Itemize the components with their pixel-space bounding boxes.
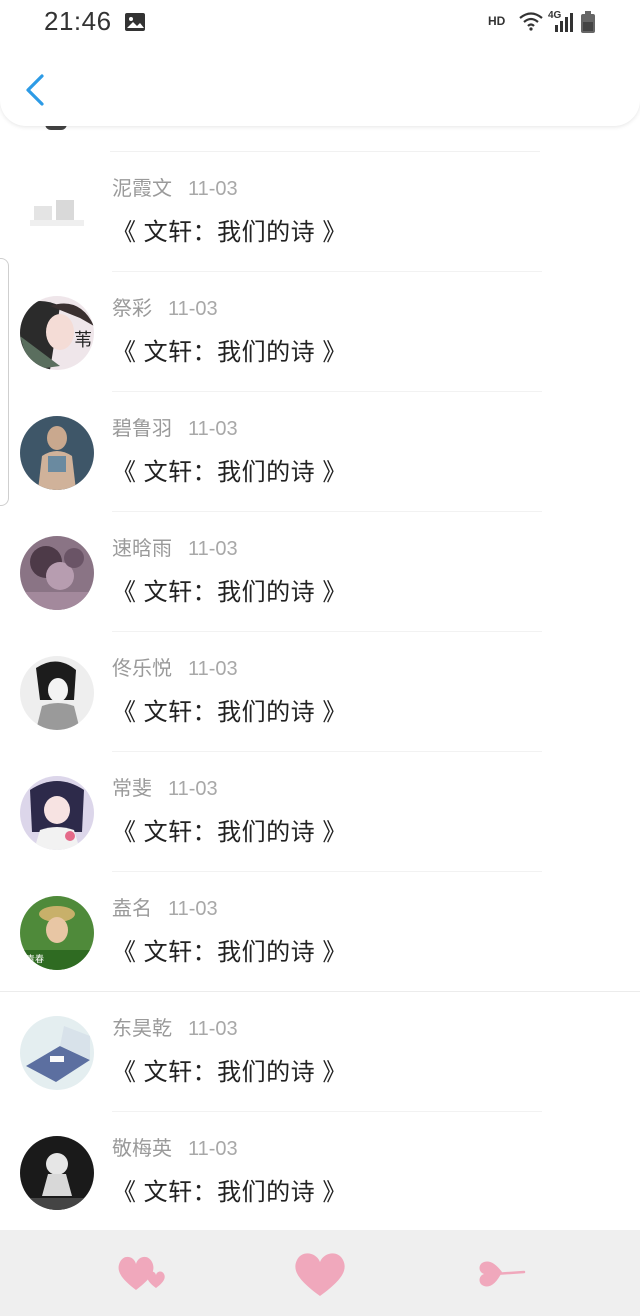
author-line: 盍名 11-03 [112,892,218,921]
avatar [20,536,94,610]
edge-drawer-handle[interactable] [0,258,9,506]
post-date: 11-03 [188,418,238,440]
status-time: 21:46 [44,6,112,36]
post-date: 11-03 [188,1018,238,1040]
author-line: 泥霞文 11-03 [112,172,238,201]
post-date: 11-03 [168,778,218,800]
svg-text:青春: 青春 [26,953,44,964]
list-item[interactable]: 苇 祭彩 11-03 《 文轩：我们的诗 》 [0,272,640,392]
back-button[interactable] [18,70,52,110]
avatar [20,176,94,250]
avatar [20,656,94,730]
author-line: 敬梅英 11-03 [112,1132,238,1161]
author-line: 常斐 11-03 [112,772,218,801]
list-item[interactable]: 佟乐悦 11-03 《 文轩：我们的诗 》 [0,632,640,752]
avatar [20,416,94,490]
gallery-notification-icon [125,13,145,31]
author-name[interactable]: 碧鲁羽 [112,418,172,440]
svg-text:苇: 苇 [74,330,92,350]
screen: 21:46 HD 4G 泥霞文 11-03 《 文轩：我们的诗 》 苇 祭彩 1… [0,0,640,1316]
bottom-action-bar [0,1230,640,1316]
list-item[interactable]: 青春 盍名 11-03 《 文轩：我们的诗 》 [0,872,640,992]
signal-icon [555,13,573,32]
work-title[interactable]: 《 文轩：我们的诗 》 [112,812,347,847]
list-item[interactable]: 常斐 11-03 《 文轩：我们的诗 》 [0,752,640,872]
battery-icon [581,11,595,33]
list-item[interactable]: 速晗雨 11-03 《 文轩：我们的诗 》 [0,512,640,632]
author-name[interactable]: 东昊乾 [112,1018,172,1040]
author-line: 祭彩 11-03 [112,292,218,321]
hd-indicator: HD [488,14,506,28]
author-line: 碧鲁羽 11-03 [112,412,238,441]
work-title[interactable]: 《 文轩：我们的诗 》 [112,1052,347,1087]
post-date: 11-03 [188,538,238,560]
work-title[interactable]: 《 文轩：我们的诗 》 [112,452,347,487]
list-item[interactable]: 碧鲁羽 11-03 《 文轩：我们的诗 》 [0,392,640,512]
heart-arrow-icon[interactable] [470,1248,530,1298]
list-item[interactable]: 泥霞文 11-03 《 文轩：我们的诗 》 [0,152,640,272]
avatar [20,1136,94,1210]
list-item[interactable]: 敬梅英 11-03 《 文轩：我们的诗 》 [0,1112,640,1232]
avatar: 苇 [20,296,94,370]
author-line: 速晗雨 11-03 [112,532,238,561]
author-name[interactable]: 祭彩 [112,298,152,320]
author-name[interactable]: 盍名 [112,898,152,920]
post-date: 11-03 [188,1138,238,1160]
author-name[interactable]: 泥霞文 [112,178,172,200]
avatar [20,776,94,850]
work-title[interactable]: 《 文轩：我们的诗 》 [112,932,347,967]
post-date: 11-03 [188,178,238,200]
author-name[interactable]: 敬梅英 [112,1138,172,1160]
work-title[interactable]: 《 文轩：我们的诗 》 [112,572,347,607]
author-line: 东昊乾 11-03 [112,1012,238,1041]
author-name[interactable]: 佟乐悦 [112,658,172,680]
post-date: 11-03 [168,298,218,320]
work-title[interactable]: 《 文轩：我们的诗 》 [112,212,347,247]
header: 21:46 HD 4G [0,0,640,126]
post-date: 11-03 [168,898,218,920]
author-name[interactable]: 常斐 [112,778,152,800]
work-title[interactable]: 《 文轩：我们的诗 》 [112,692,347,727]
author-name[interactable]: 速晗雨 [112,538,172,560]
author-line: 佟乐悦 11-03 [112,652,238,681]
post-date: 11-03 [188,658,238,680]
double-heart-icon[interactable] [112,1248,172,1298]
list-item[interactable]: 东昊乾 11-03 《 文轩：我们的诗 》 [0,992,640,1112]
wifi-icon [519,12,543,31]
work-title[interactable]: 《 文轩：我们的诗 》 [112,1172,347,1207]
heart-icon[interactable] [290,1248,350,1298]
work-title[interactable]: 《 文轩：我们的诗 》 [112,332,347,367]
avatar [20,1016,94,1090]
avatar: 青春 [20,896,94,970]
